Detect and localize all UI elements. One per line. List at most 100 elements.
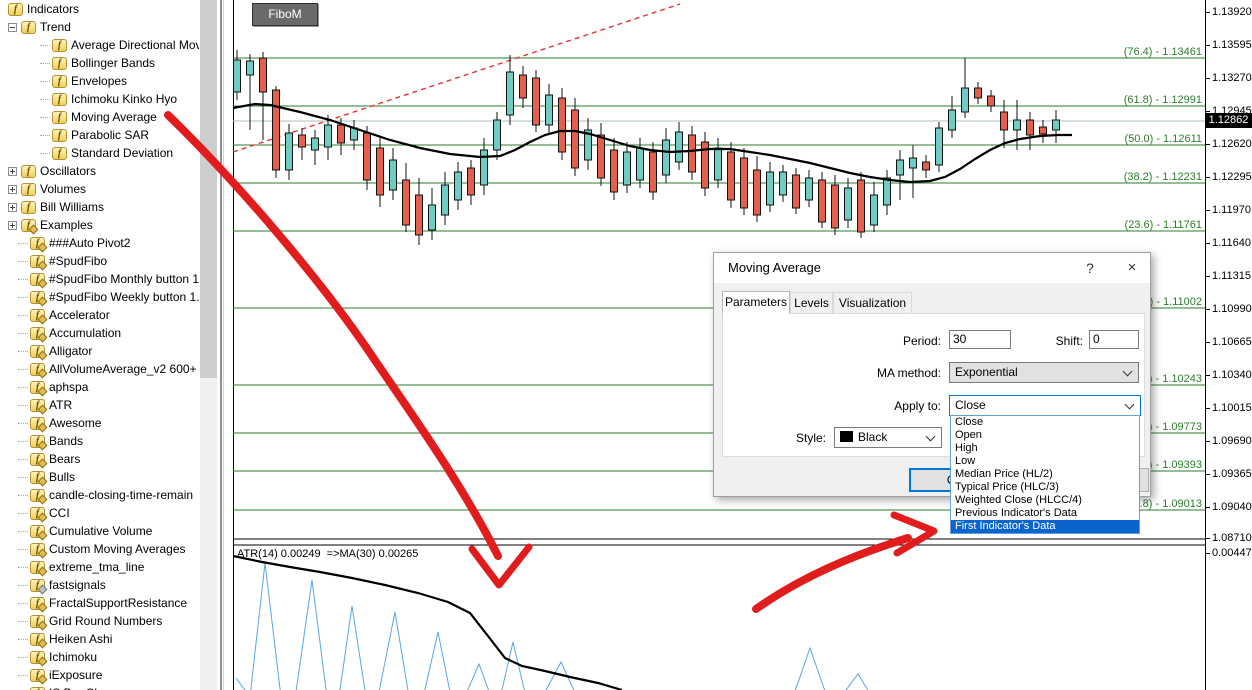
sidebar-item-envelopes[interactable]: Envelopes (0, 72, 199, 90)
dropdown-option-open[interactable]: Open (951, 429, 1139, 442)
sidebar-item-fastsignals[interactable]: fastsignals (0, 576, 199, 594)
apply-to-select[interactable]: Close (949, 395, 1141, 416)
sidebar-item-standard-deviation[interactable]: Standard Deviation (0, 144, 199, 162)
sidebar-item-examples[interactable]: Examples (0, 216, 199, 234)
sidebar-item-aphspa[interactable]: aphspa (0, 378, 199, 396)
close-icon[interactable]: × (1120, 258, 1144, 278)
help-icon[interactable]: ? (1080, 258, 1100, 278)
sidebar-item-cumulative-volume[interactable]: Cumulative Volume (0, 522, 199, 540)
axis-price-label: 1.11315 (1212, 270, 1251, 282)
sidebar-item-trend[interactable]: Trend (0, 18, 199, 36)
dropdown-option-low[interactable]: Low (951, 455, 1139, 468)
dropdown-option-high[interactable]: High (951, 442, 1139, 455)
sidebar-item-is-bar-cl[interactable]: IS Bar Cl (0, 684, 199, 690)
sidebar-item-custom-moving-averages[interactable]: Custom Moving Averages (0, 540, 199, 558)
candlestick (714, 147, 722, 181)
indicator-f-icon (30, 434, 45, 448)
sidebar-item-indicators[interactable]: Indicators (0, 0, 199, 18)
shift-input[interactable]: 0 (1089, 330, 1139, 349)
axis-tick (1206, 243, 1210, 244)
axis-tick (1206, 538, 1210, 539)
dropdown-option-median-price-hl-2-[interactable]: Median Price (HL/2) (951, 468, 1139, 481)
expand-icon[interactable] (8, 184, 17, 194)
sidebar-item-alligator[interactable]: Alligator (0, 342, 199, 360)
sidebar-item-ichimoku-kinko-hyo[interactable]: Ichimoku Kinko Hyo (0, 90, 199, 108)
sidebar-item-bears[interactable]: Bears (0, 450, 199, 468)
sidebar-item-awesome[interactable]: Awesome (0, 414, 199, 432)
axis-tick (1206, 111, 1210, 112)
sidebar-item-label: Oscillators (40, 164, 97, 178)
sidebar-item-candle-closing-time-remain[interactable]: candle-closing-time-remain (0, 486, 199, 504)
axis-tick (1206, 474, 1210, 475)
sidebar-item-bulls[interactable]: Bulls (0, 468, 199, 486)
panel-splitter[interactable] (220, 0, 222, 690)
sidebar-item-bollinger-bands[interactable]: Bollinger Bands (0, 54, 199, 72)
axis-price-label: 1.13595 (1212, 39, 1252, 51)
sidebar-item-oscillators[interactable]: Oscillators (0, 162, 199, 180)
indicator-f-icon (30, 470, 45, 484)
tree-connector (18, 458, 28, 460)
sidebar-item-accumulation[interactable]: Accumulation (0, 324, 199, 342)
sidebar-item-iexposure[interactable]: iExposure (0, 666, 199, 684)
dropdown-option-previous-indicator-s-data[interactable]: Previous Indicator's Data (951, 507, 1139, 520)
candlestick (467, 167, 475, 196)
sidebar-item-grid-round-numbers[interactable]: Grid Round Numbers (0, 612, 199, 630)
sidebar-item-label: Indicators (27, 2, 80, 16)
sidebar-scrollbar[interactable] (200, 0, 217, 690)
sidebar-item-bill-williams[interactable]: Bill Williams (0, 198, 199, 216)
tree-connector (18, 512, 28, 514)
apply-to-value: Close (955, 398, 986, 412)
sidebar-item-cci[interactable]: CCI (0, 504, 199, 522)
collapse-icon[interactable] (8, 22, 17, 32)
expand-icon[interactable] (8, 202, 17, 212)
dropdown-option-typical-price-hlc-3-[interactable]: Typical Price (HLC/3) (951, 481, 1139, 494)
sidebar-item-label: Average Directional Mov (71, 38, 199, 52)
sidebar-item-bands[interactable]: Bands (0, 432, 199, 450)
sidebar-item-accelerator[interactable]: Accelerator (0, 306, 199, 324)
dropdown-option-weighted-close-hlcc-4-[interactable]: Weighted Close (HLCC/4) (951, 494, 1139, 507)
sidebar-item-volumes[interactable]: Volumes (0, 180, 199, 198)
apply-to-dropdown-list[interactable]: Close Open High Low Median Price (HL/2) Typic… (950, 415, 1140, 534)
axis-price-label: 1.13270 (1212, 72, 1252, 84)
sidebar-item--spudfibo-monthly-button-1[interactable]: #SpudFibo Monthly button 1 (0, 270, 199, 288)
sidebar-item-parabolic-sar[interactable]: Parabolic SAR (0, 126, 199, 144)
sidebar-item-label: Examples (40, 218, 93, 232)
sidebar-item--auto-pivot2[interactable]: ###Auto Pivot2 (0, 234, 199, 252)
tab-parameters[interactable]: Parameters (722, 291, 790, 314)
indicator-f-icon (30, 308, 45, 322)
dropdown-option-close[interactable]: Close (951, 416, 1139, 429)
axis-tick (1206, 276, 1210, 277)
expand-icon[interactable] (8, 220, 17, 230)
ma-method-select[interactable]: Exponential (949, 362, 1139, 383)
sidebar-item-fractalsupportresistance[interactable]: FractalSupportResistance (0, 594, 199, 612)
candlestick (857, 179, 865, 233)
sidebar-item-average-directional-mov[interactable]: Average Directional Mov (0, 36, 199, 54)
chevron-down-icon (1124, 399, 1135, 410)
navigator-indicator-tree[interactable]: Indicators Trend Average Directional Mov Bo… (0, 0, 199, 690)
dropdown-option-first-indicator-s-data[interactable]: First Indicator's Data (951, 520, 1139, 533)
sidebar-item--spudfibo-weekly-button-1-0[interactable]: #SpudFibo Weekly button 1.0 (0, 288, 199, 306)
candlestick (636, 147, 644, 181)
tree-connector (40, 152, 50, 154)
sidebar-item-moving-average[interactable]: Moving Average (0, 108, 199, 126)
period-input[interactable]: 30 (949, 330, 1011, 349)
expand-icon[interactable] (8, 166, 17, 176)
sidebar-item--spudfibo[interactable]: #SpudFibo (0, 252, 199, 270)
candlestick (493, 119, 501, 151)
sidebar-item-allvolumeaverage-v2-600-[interactable]: AllVolumeAverage_v2 600+ (0, 360, 199, 378)
style-select[interactable]: Black (834, 427, 942, 448)
sidebar-item-label: CCI (49, 506, 70, 520)
candlestick (896, 159, 904, 176)
sidebar-item-heiken-ashi[interactable]: Heiken Ashi (0, 630, 199, 648)
indicator-f-icon (8, 2, 23, 16)
sidebar-item-ichimoku[interactable]: Ichimoku (0, 648, 199, 666)
fibom-button[interactable]: FiboM (252, 3, 318, 26)
sidebar-item-label: Ichimoku Kinko Hyo (71, 92, 178, 106)
sidebar-item-extreme-tma-line[interactable]: extreme_tma_line (0, 558, 199, 576)
sidebar-item-atr[interactable]: ATR (0, 396, 199, 414)
tab-levels[interactable]: Levels (790, 292, 833, 314)
tab-visualization[interactable]: Visualization (833, 292, 912, 314)
candlestick (662, 139, 670, 176)
sidebar-item-label: Ichimoku (49, 650, 98, 664)
scrollbar-thumb[interactable] (200, 0, 217, 378)
